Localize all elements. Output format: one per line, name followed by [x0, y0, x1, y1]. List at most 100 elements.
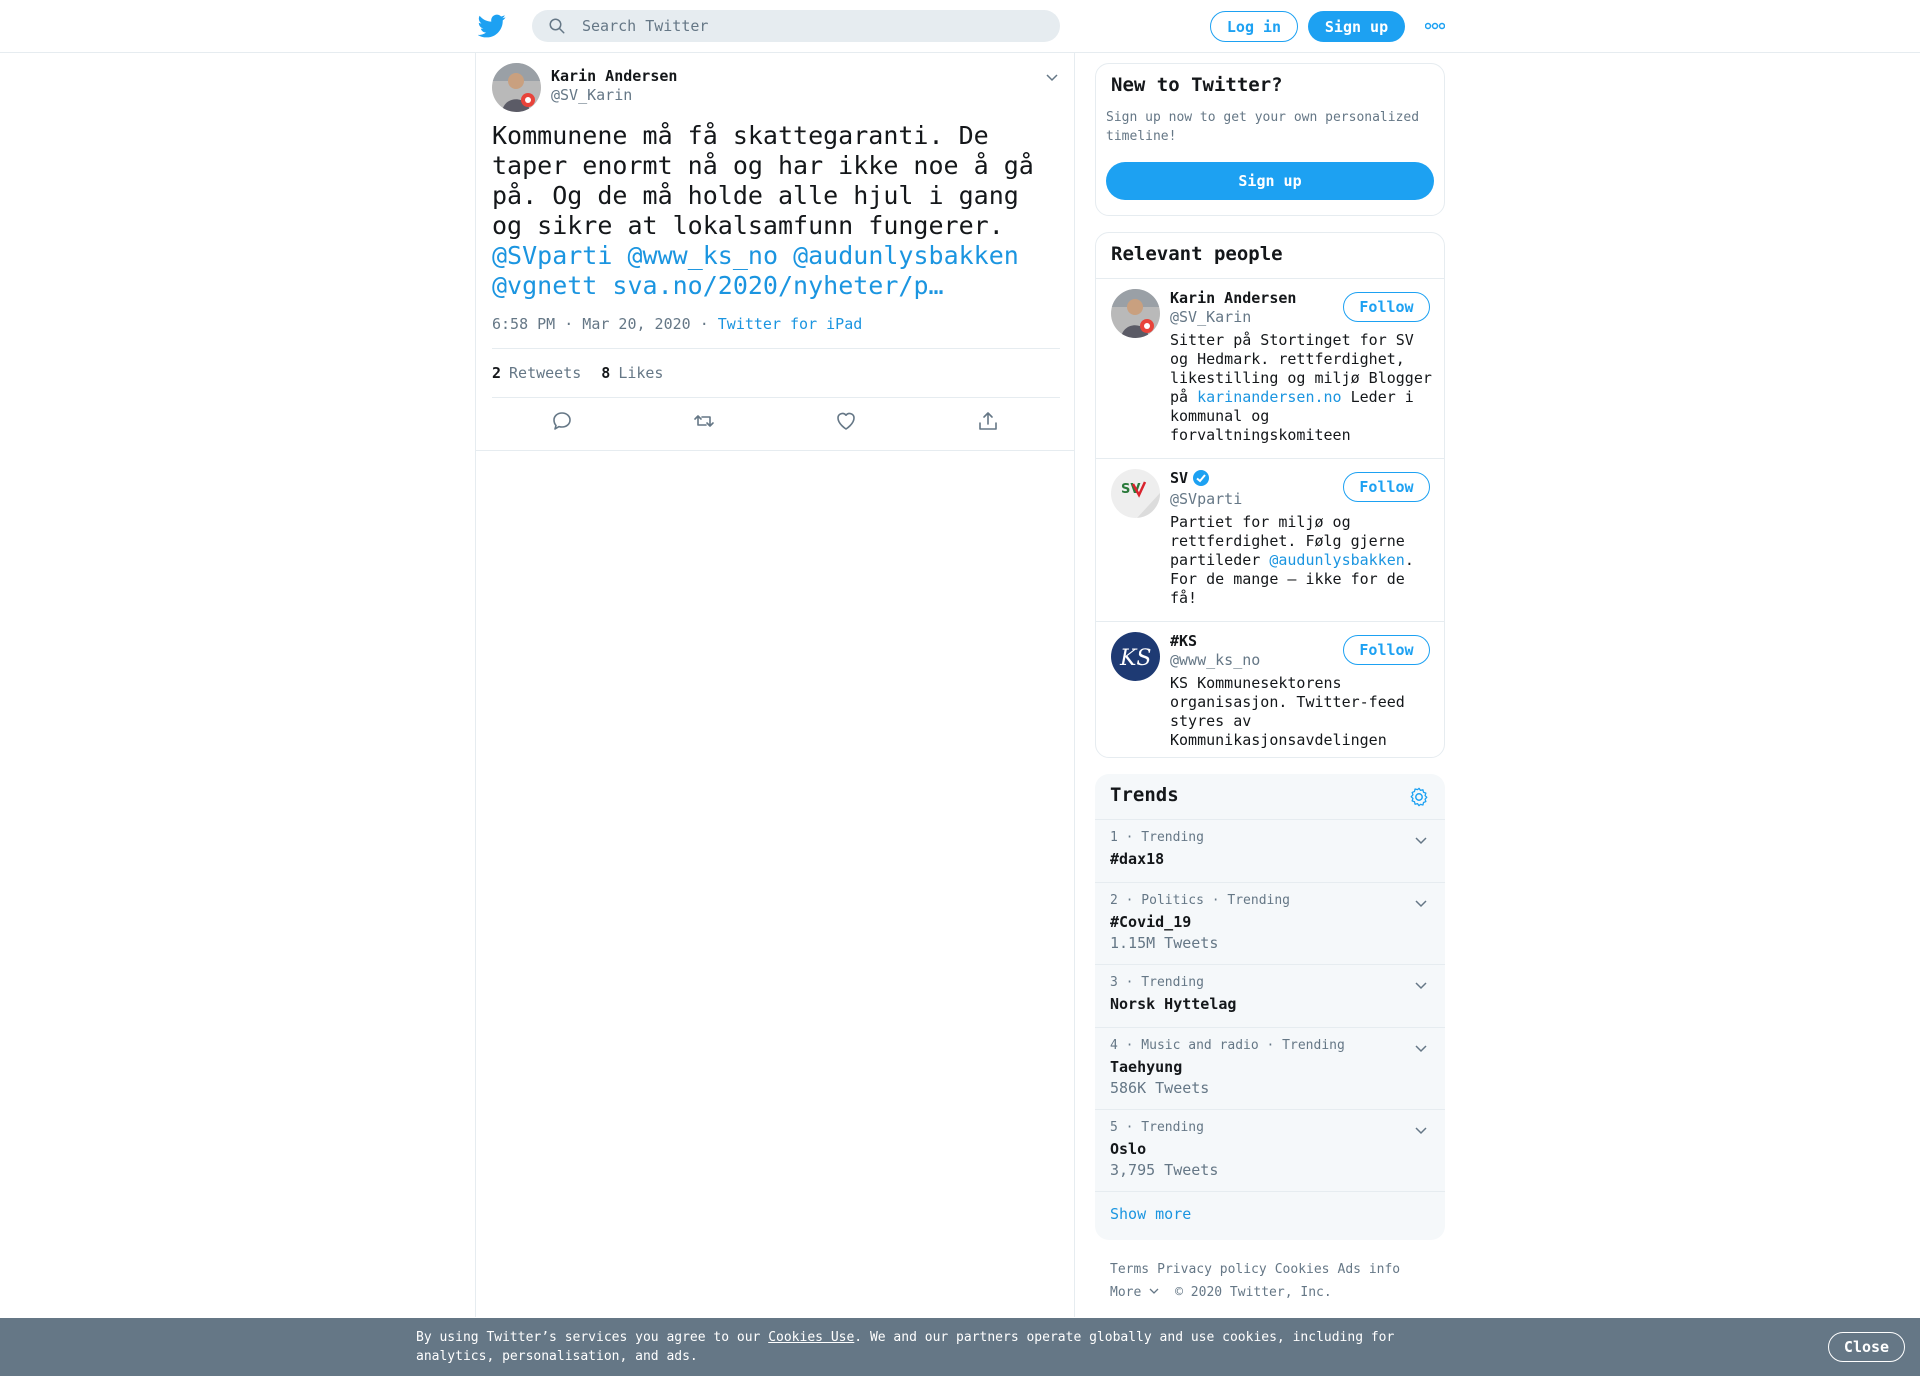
trend-name[interactable]: Taehyung	[1110, 1058, 1182, 1076]
share-icon[interactable]	[976, 409, 1000, 433]
trend-item[interactable]: 3 · Trending Norsk Hyttelag	[1095, 964, 1445, 1027]
trend-item[interactable]: 5 · Trending Oslo 3,795 Tweets	[1095, 1109, 1445, 1191]
follow-button[interactable]: Follow	[1343, 292, 1430, 322]
cookies-use-link[interactable]: Cookies Use	[768, 1330, 854, 1345]
author-name[interactable]: Karin Andersen	[551, 67, 677, 85]
person-name[interactable]: Karin Andersen	[1170, 289, 1296, 307]
sidebar-signup-button[interactable]: Sign up	[1106, 162, 1434, 200]
tweet-actions	[492, 405, 1060, 441]
person-avatar[interactable]: SV	[1111, 469, 1160, 518]
chevron-down-icon[interactable]	[1413, 977, 1429, 993]
tweet-stats: 2 Retweets 8 Likes	[492, 348, 1060, 398]
person-name[interactable]: SV	[1170, 469, 1210, 487]
bio-link[interactable]: karinandersen.no	[1197, 388, 1342, 406]
chevron-down-icon[interactable]	[1413, 832, 1429, 848]
trend-meta: 3 · Trending	[1110, 975, 1204, 990]
trend-meta: 2 · Politics · Trending	[1110, 893, 1291, 908]
retweets-count: 2	[492, 364, 502, 382]
person-name-text: #KS	[1170, 632, 1198, 650]
likes-label: Likes	[618, 364, 664, 382]
new-to-twitter-subtitle: Sign up now to get your own personalized…	[1106, 110, 1420, 144]
ks-logo-text: KS	[1119, 646, 1152, 671]
twitter-bird-logo-icon[interactable]	[478, 12, 506, 40]
tweet-link[interactable]: sva.no/2020/nyheter/p…	[612, 271, 943, 300]
footer-more-label: More	[1110, 1285, 1142, 1300]
relevant-people-title: Relevant people	[1111, 243, 1283, 265]
person-bio: Sitter på Stortinget for SV og Hedmark. …	[1170, 331, 1432, 445]
footer-privacy-link[interactable]: Privacy policy	[1157, 1262, 1267, 1277]
search-input[interactable]	[582, 17, 1042, 35]
trend-tweet-count: 1.15M Tweets	[1110, 934, 1219, 952]
follow-button[interactable]: Follow	[1343, 472, 1430, 502]
tweet-source[interactable]: Twitter for iPad	[718, 315, 863, 333]
footer-cookies-link[interactable]: Cookies	[1275, 1262, 1330, 1277]
gear-icon[interactable]	[1408, 786, 1430, 808]
new-to-twitter-card: New to Twitter? Sign up now to get your …	[1095, 63, 1445, 216]
search-box[interactable]	[532, 10, 1060, 42]
chevron-down-icon[interactable]	[1413, 1040, 1429, 1056]
footer-more-menu[interactable]: More	[1110, 1285, 1159, 1300]
more-options-icon[interactable]	[1425, 20, 1445, 32]
tweet-body: Kommunene må få skattegaranti. De taper …	[492, 121, 1034, 240]
follow-button[interactable]: Follow	[1343, 635, 1430, 665]
cookie-text: By using Twitter’s services you agree to…	[416, 1330, 769, 1345]
author-avatar[interactable]	[492, 63, 541, 112]
mention-vgnett[interactable]: @vgnett	[492, 271, 597, 300]
person-avatar[interactable]: KS	[1111, 632, 1160, 681]
bio-text: KS Kommunesektorens organisasjon. Twitte…	[1170, 674, 1405, 749]
cookie-consent-banner: By using Twitter’s services you agree to…	[0, 1318, 1920, 1376]
retweet-icon[interactable]	[692, 409, 716, 433]
trends-card: Trends 1 · Trending #dax18 2 · Politics …	[1095, 774, 1445, 1240]
mention-svparti[interactable]: @SVparti	[492, 241, 612, 270]
trend-tweet-count: 3,795 Tweets	[1110, 1161, 1219, 1179]
tweet: Karin Andersen @SV_Karin Kommunene må få…	[476, 53, 1074, 451]
bio-link[interactable]: @audunlysbakken	[1269, 551, 1404, 569]
trend-item[interactable]: 1 · Trending #dax18	[1095, 819, 1445, 882]
show-more-trends-link[interactable]: Show more	[1110, 1205, 1191, 1223]
trend-name[interactable]: Norsk Hyttelag	[1110, 995, 1236, 1013]
chevron-down-icon[interactable]	[1413, 895, 1429, 911]
chevron-down-icon[interactable]	[1413, 1122, 1429, 1138]
person-avatar[interactable]	[1111, 289, 1160, 338]
likes-stat[interactable]: 8 Likes	[601, 364, 663, 382]
reply-icon[interactable]	[550, 409, 574, 433]
trend-item[interactable]: 2 · Politics · Trending #Covid_19 1.15M …	[1095, 882, 1445, 964]
search-icon	[549, 18, 565, 34]
mention-www-ks-no[interactable]: @www_ks_no	[627, 241, 778, 270]
person-bio: Partiet for miljø og rettferdighet. Følg…	[1170, 513, 1432, 608]
retweets-stat[interactable]: 2 Retweets	[492, 364, 581, 382]
person-handle[interactable]: @SVparti	[1170, 490, 1242, 508]
cookie-message: By using Twitter’s services you agree to…	[416, 1328, 1416, 1366]
footer-ads-info-link[interactable]: Ads info	[1338, 1262, 1401, 1277]
chevron-down-icon[interactable]	[1044, 69, 1060, 85]
person-handle[interactable]: @SV_Karin	[1170, 308, 1251, 326]
tweet-meta: 6:58 PM · Mar 20, 2020 · Twitter for iPa…	[492, 315, 862, 333]
sidebar-footer: Terms Privacy policy Cookies Ads info More …	[1110, 1258, 1440, 1304]
mention-audunlysbakken[interactable]: @audunlysbakken	[793, 241, 1019, 270]
trend-name[interactable]: #dax18	[1110, 850, 1164, 868]
person-handle[interactable]: @www_ks_no	[1170, 651, 1260, 669]
chevron-down-icon	[1149, 1288, 1159, 1294]
close-cookie-banner-button[interactable]: Close	[1828, 1332, 1905, 1362]
retweets-label: Retweets	[509, 364, 582, 382]
trend-name[interactable]: Oslo	[1110, 1140, 1146, 1158]
person-sv[interactable]: SV SV @SVparti Follow Partiet for miljø …	[1096, 458, 1444, 621]
trend-divider	[1095, 1191, 1445, 1192]
trend-item[interactable]: 4 · Music and radio · Trending Taehyung …	[1095, 1027, 1445, 1109]
login-button[interactable]: Log in	[1210, 11, 1298, 42]
like-heart-icon[interactable]	[834, 409, 858, 433]
author-handle[interactable]: @SV_Karin	[551, 86, 632, 104]
verified-badge-icon	[1193, 470, 1210, 486]
signup-button[interactable]: Sign up	[1308, 11, 1405, 42]
relevant-people-card: Relevant people Karin Andersen @SV_Karin…	[1095, 232, 1445, 758]
footer-terms-link[interactable]: Terms	[1110, 1262, 1149, 1277]
tweet-timestamp[interactable]: 6:58 PM · Mar 20, 2020	[492, 315, 691, 333]
person-ks[interactable]: KS #KS @www_ks_no Follow KS Kommunesekto…	[1096, 621, 1444, 758]
tweet-text: Kommunene må få skattegaranti. De taper …	[492, 121, 1062, 301]
trend-name[interactable]: #Covid_19	[1110, 913, 1191, 931]
person-bio: KS Kommunesektorens organisasjon. Twitte…	[1170, 674, 1432, 750]
trend-meta: 5 · Trending	[1110, 1120, 1204, 1135]
person-name[interactable]: #KS	[1170, 632, 1197, 650]
meta-separator: ·	[699, 315, 709, 333]
person-karin-andersen[interactable]: Karin Andersen @SV_Karin Follow Sitter p…	[1096, 278, 1444, 458]
